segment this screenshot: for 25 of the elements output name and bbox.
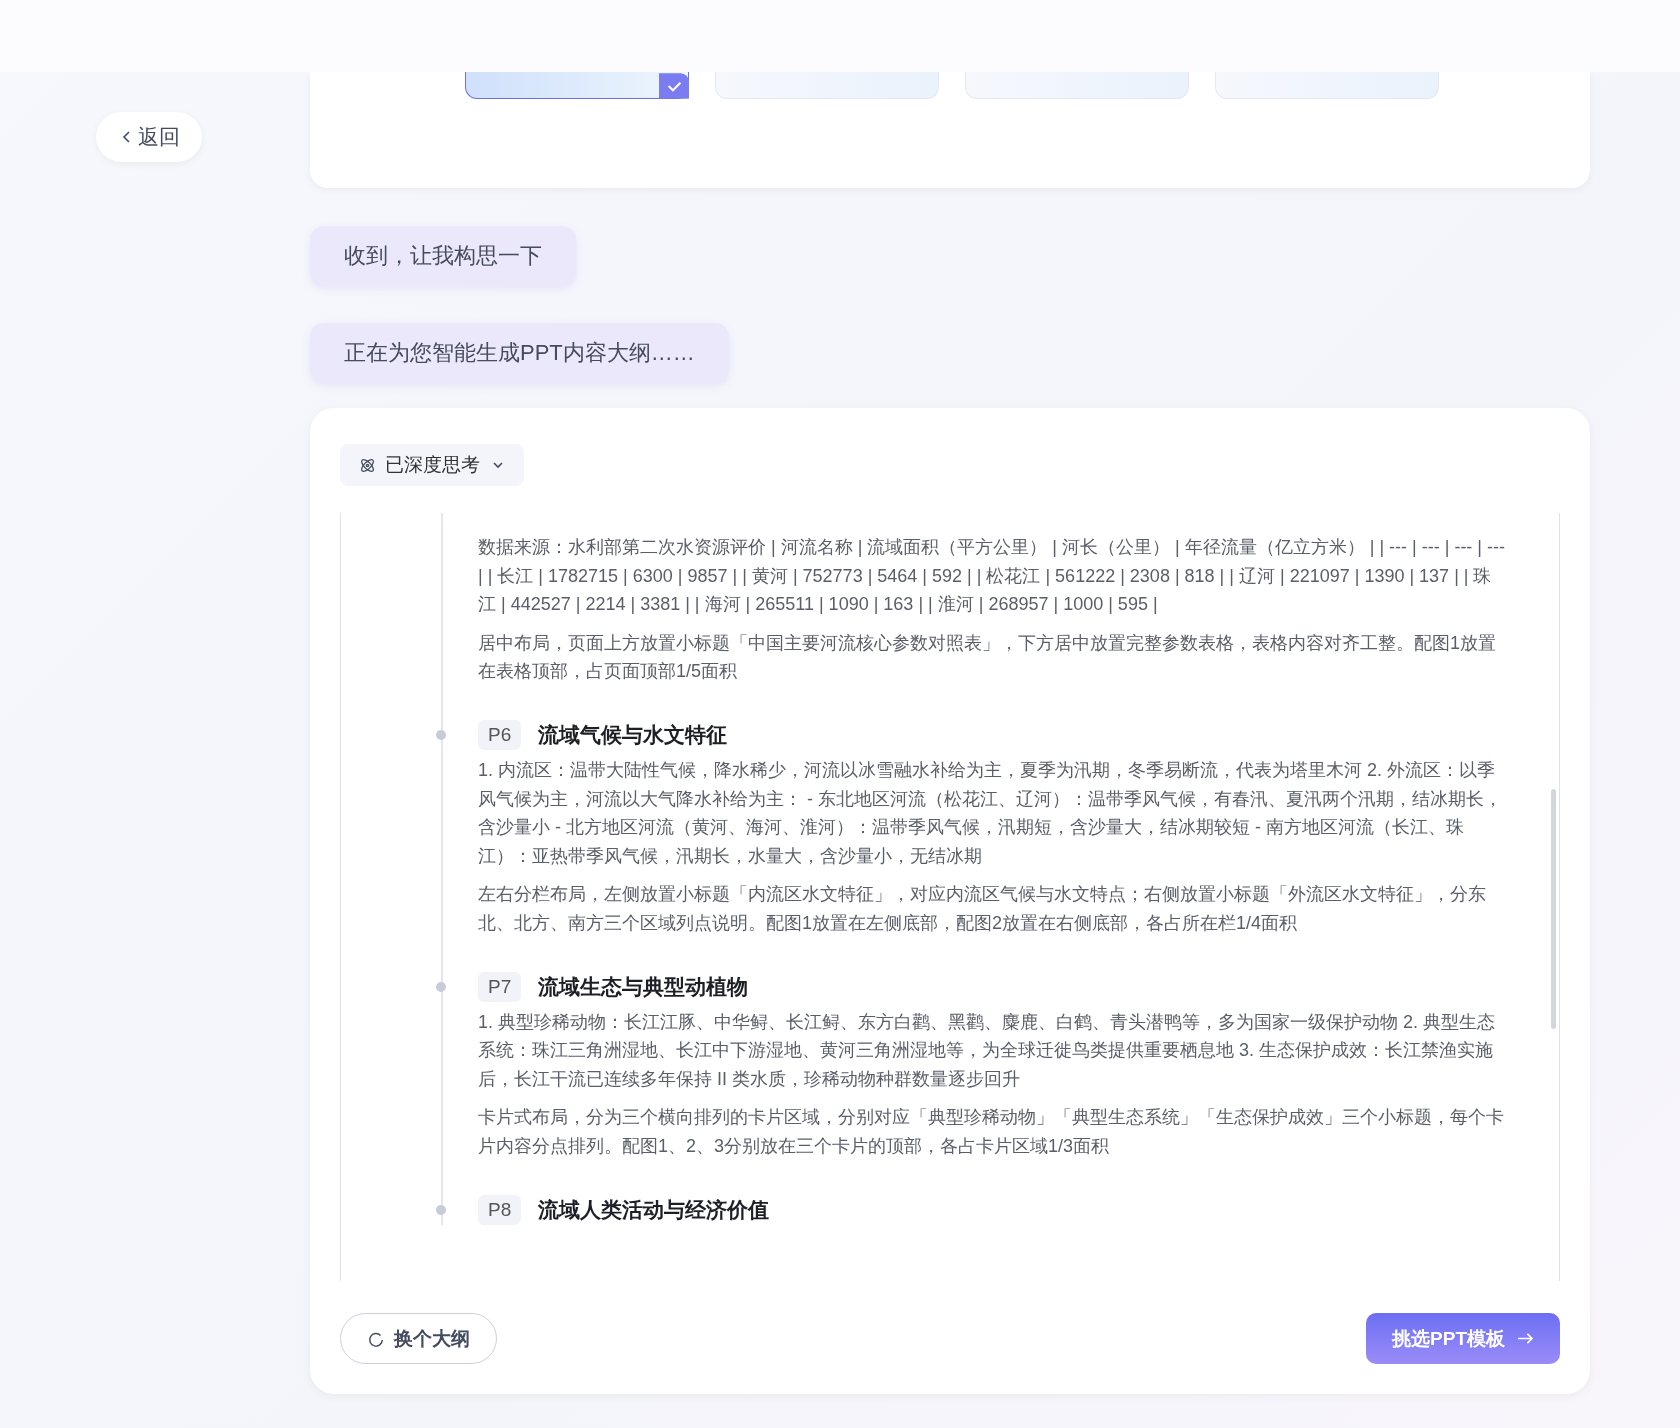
section-paragraph: 卡片式布局，分为三个横向排列的卡片区域，分别对应「典型珍稀动物」「典型生态系统」「生态保护成效」三个小标题，每个卡片内容分点排列。配图1、2、3分别放在三个卡片的顶部，各占卡片区域1/3面积: [478, 1106, 1505, 1158]
section-title: 流域生态与典型动植物: [538, 973, 749, 1000]
caret-down-icon: [492, 461, 504, 469]
thinking-toggle[interactable]: 已深度思考: [340, 444, 524, 486]
chevron-left-icon: [122, 130, 132, 144]
arrow-right-icon: [1517, 1332, 1534, 1345]
section-paragraph: 1. 内流区：温带大陆性气候，降水稀少，河流以冰雪融水补给为主，夏季为汛期，冬季易断流，代表为塔里木河 2. 外流区：以季风气候为主，河流以大气降水补给为主： - 东北地区河流（松花江、辽河）：温带季风气候，有春汛、夏汛两个汛期，结冰期长，含沙量小 - 北方地区河流（黄河、海河、淮河）：温带季风气候，汛期短，含沙量大，结冰期较短 - 南方地区河流（长江、珠江）：亚热带季风气候，汛期长，水量大，含沙量小，无结冰期: [478, 758, 1503, 868]
page-tag: P7: [478, 971, 522, 1002]
template-thumbnail[interactable]: [465, 72, 689, 99]
section-paragraph: 1. 典型珍稀动物：长江江豚、中华鲟、长江鲟、东方白鹳、黑鹳、麋鹿、白鹤、青头潜鸭等，多为国家一级保护动物 2. 典型生态系统：珠江三角洲湿地、长江中下游湿地、黄河三角洲湿地等，为全球迁徙鸟类提供重要栖息地 3. 生态保护成效：长江禁渔实施后，长江干流已连续多年保持 II 类水质，珍稀动物种群数量逐步回升: [478, 1010, 1497, 1091]
regenerate-button[interactable]: 换个大纲: [340, 1313, 497, 1364]
section-title: 流域气候与水文特征: [538, 721, 728, 748]
section-paragraph: 左右分栏布局，左侧放置小标题「内流区水文特征」，对应内流区气候与水文特点；右侧放置小标题「外流区水文特征」，分东北、北方、南方三个区域列点说明。配图1放置在左侧底部，配图2放置在右侧底部，各占所在栏1/4面积: [478, 883, 1487, 935]
timeline-dot: [436, 729, 446, 740]
page-tag: P8: [478, 1194, 522, 1225]
back-button[interactable]: 返回: [96, 112, 202, 162]
page-tag: P6: [478, 719, 522, 750]
section-paragraph: 数据来源：水利部第二次水资源评价 | 河流名称 | 流域面积（平方公里） | 河长（公里） | 年径流量（亿立方米） | | --- | --- | --- | --- | | 长江 | 1782715 | 6300 | 9857 | | 黄河 | 752773 | 5464 | 592 | | 松花江 | 561222 | 2308 | 818 | | 辽河 | 221097 | 1390 | 137 | | 珠江 | 442527 | 2214 | 3381 | | 海河 | 265511 | 1090 | 163 | | 淮河 | 268957 | 1000 | 595 |: [478, 536, 1507, 617]
section-title: 流域人类活动与经济价值: [538, 1196, 770, 1223]
message-bubble: 收到，让我构思一下: [310, 226, 576, 286]
message-bubble: 正在为您智能生成PPT内容大纲……: [310, 323, 729, 383]
timeline-dot: [436, 981, 446, 992]
timeline-dot: [436, 1204, 446, 1215]
section-paragraph: 居中布局，页面上方放置小标题「中国主要河流核心参数对照表」，下方居中放置完整参数表格，表格内容对齐工整。配图1放置在表格顶部，占页面顶部1/5面积: [478, 631, 1497, 684]
scrollbar-thumb[interactable]: [1551, 789, 1556, 1029]
